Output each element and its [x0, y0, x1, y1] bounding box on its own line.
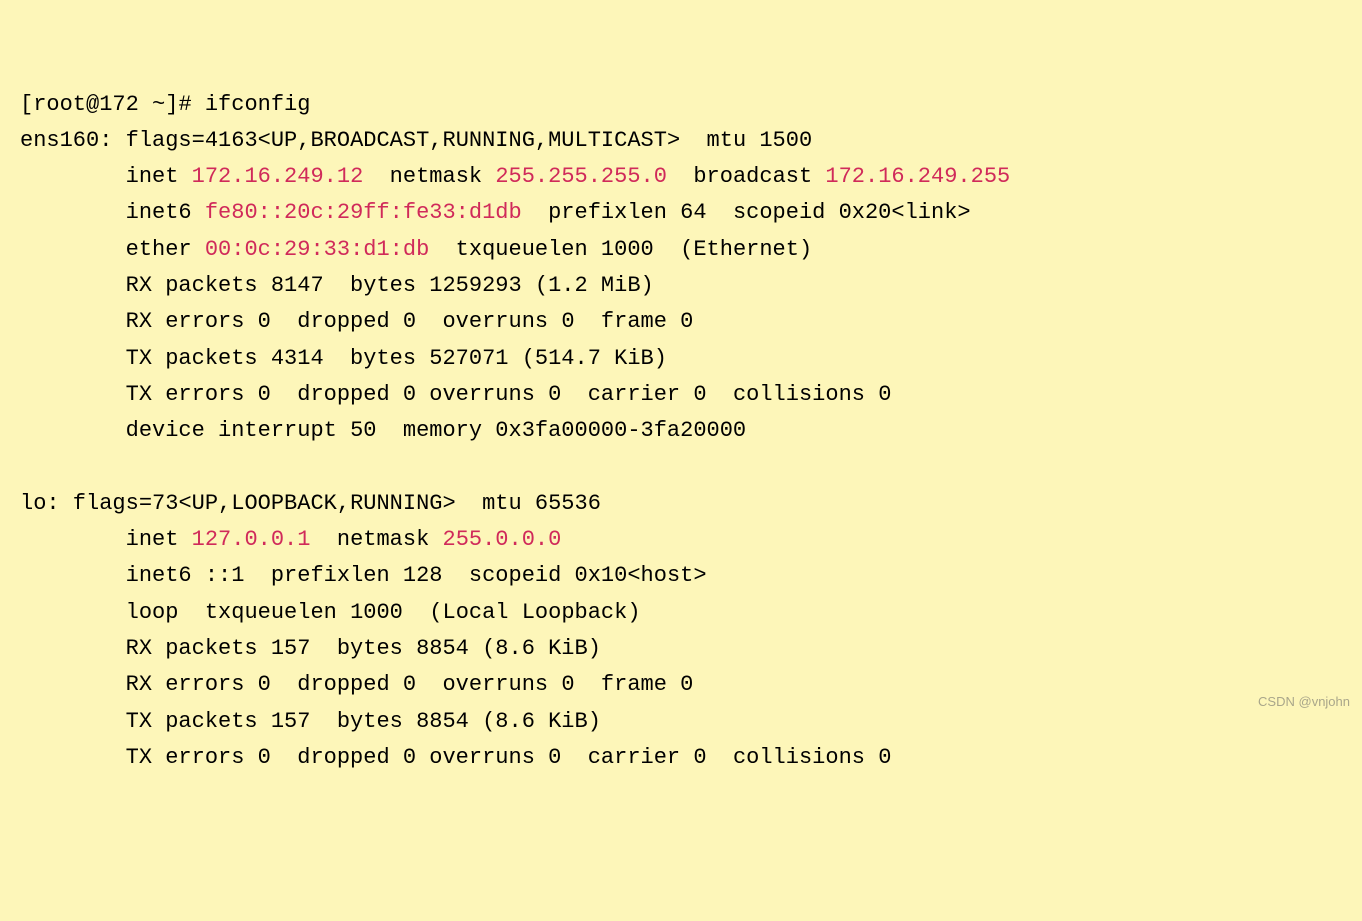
terminal-output: [root@172 ~]# ifconfig ens160: flags=416… [20, 87, 1342, 777]
iface-ens160-inet6: inet6 fe80::20c:29ff:fe33:d1db prefixlen… [20, 200, 971, 225]
iface-lo-tx-packets: TX packets 157 bytes 8854 (8.6 KiB) [20, 709, 601, 734]
iface-lo-header: lo: flags=73<UP,LOOPBACK,RUNNING> mtu 65… [20, 491, 601, 516]
iface-ens160-tx-errors: TX errors 0 dropped 0 overruns 0 carrier… [20, 382, 891, 407]
iface-ens160-rx-packets: RX packets 8147 bytes 1259293 (1.2 MiB) [20, 273, 654, 298]
iface-ens160-device: device interrupt 50 memory 0x3fa00000-3f… [20, 418, 773, 443]
iface-ens160-rx-errors: RX errors 0 dropped 0 overruns 0 frame 0 [20, 309, 693, 334]
iface-ens160-ether: ether 00:0c:29:33:d1:db txqueuelen 1000 … [20, 237, 812, 262]
command-text: ifconfig [205, 92, 311, 117]
iface-lo-tx-errors: TX errors 0 dropped 0 overruns 0 carrier… [20, 745, 891, 770]
iface-lo-inet6: inet6 ::1 prefixlen 128 scopeid 0x10<hos… [20, 563, 707, 588]
iface-ens160-inet: inet 172.16.249.12 netmask 255.255.255.0… [20, 164, 1010, 189]
iface-ens160-tx-packets: TX packets 4314 bytes 527071 (514.7 KiB) [20, 346, 667, 371]
watermark: CSDN @vnjohn [1258, 691, 1350, 712]
iface-ens160-header: ens160: flags=4163<UP,BROADCAST,RUNNING,… [20, 128, 812, 153]
iface-lo-rx-packets: RX packets 157 bytes 8854 (8.6 KiB) [20, 636, 601, 661]
shell-prompt: [root@172 ~]# [20, 92, 205, 117]
iface-lo-loop: loop txqueuelen 1000 (Local Loopback) [20, 600, 641, 625]
iface-lo-rx-errors: RX errors 0 dropped 0 overruns 0 frame 0 [20, 672, 693, 697]
iface-lo-inet: inet 127.0.0.1 netmask 255.0.0.0 [20, 527, 561, 552]
